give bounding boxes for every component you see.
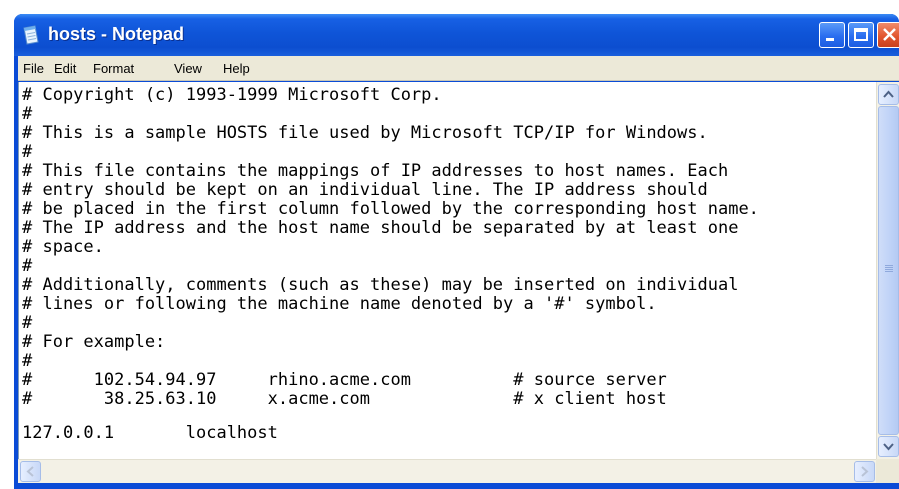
text-line: #: [22, 351, 33, 371]
notepad-icon: [23, 25, 39, 45]
text-line: # 102.54.94.97 rhino.acme.com # source s…: [22, 370, 667, 390]
title-bar[interactable]: hosts - Notepad: [14, 14, 899, 56]
grip-icon: [885, 265, 893, 266]
text-line: # Copyright (c) 1993-1999 Microsoft Corp…: [22, 85, 442, 105]
maximize-icon: [854, 28, 868, 41]
vertical-scroll-thumb[interactable]: [878, 106, 899, 435]
text-line: # 38.25.63.10 x.acme.com # x client host: [22, 389, 667, 409]
text-line: # Additionally, comments (such as these)…: [22, 275, 739, 295]
text-line: # be placed in the first column followed…: [22, 199, 759, 219]
arrow-down-icon: [883, 443, 894, 451]
maximize-button[interactable]: [848, 22, 874, 48]
scroll-right-button[interactable]: [854, 461, 875, 482]
menu-bar: File Edit Format View Help: [18, 56, 899, 81]
minimize-icon: [826, 38, 834, 41]
text-line: # For example:: [22, 332, 166, 352]
text-line: #: [22, 256, 33, 276]
text-line: # This is a sample HOSTS file used by Mi…: [22, 123, 708, 143]
window-bottom-border: [14, 483, 899, 489]
menu-format[interactable]: Format: [93, 61, 134, 76]
text-line: # lines or following the machine name de…: [22, 294, 657, 314]
minimize-button[interactable]: [819, 22, 845, 48]
menu-edit[interactable]: Edit: [54, 61, 76, 76]
text-editor[interactable]: # Copyright (c) 1993-1999 Microsoft Corp…: [18, 82, 876, 459]
vertical-scrollbar[interactable]: [876, 82, 899, 459]
text-line: # space.: [22, 237, 104, 257]
notepad-window: hosts - Notepad File Edit Format View He…: [14, 14, 899, 489]
text-line: #: [22, 142, 33, 162]
text-line: 127.0.0.1 localhost: [22, 423, 278, 443]
text-line: #: [22, 313, 33, 333]
arrow-up-icon: [883, 90, 894, 98]
arrow-right-icon: [861, 466, 869, 477]
scroll-down-button[interactable]: [878, 436, 899, 457]
menu-view[interactable]: View: [174, 61, 202, 76]
text-line: # The IP address and the host name shoul…: [22, 218, 739, 238]
text-line: #: [22, 104, 33, 124]
scrollbar-corner: [876, 459, 899, 483]
horizontal-scrollbar[interactable]: [18, 459, 876, 483]
close-icon: [883, 28, 896, 41]
close-button[interactable]: [877, 22, 899, 48]
menu-help[interactable]: Help: [223, 61, 250, 76]
window-title: hosts - Notepad: [48, 24, 185, 44]
text-line: # entry should be kept on an individual …: [22, 180, 708, 200]
arrow-left-icon: [26, 466, 34, 477]
menu-file[interactable]: File: [23, 61, 44, 76]
scroll-left-button[interactable]: [20, 461, 41, 482]
scroll-up-button[interactable]: [878, 84, 899, 105]
text-line: # This file contains the mappings of IP …: [22, 161, 729, 181]
